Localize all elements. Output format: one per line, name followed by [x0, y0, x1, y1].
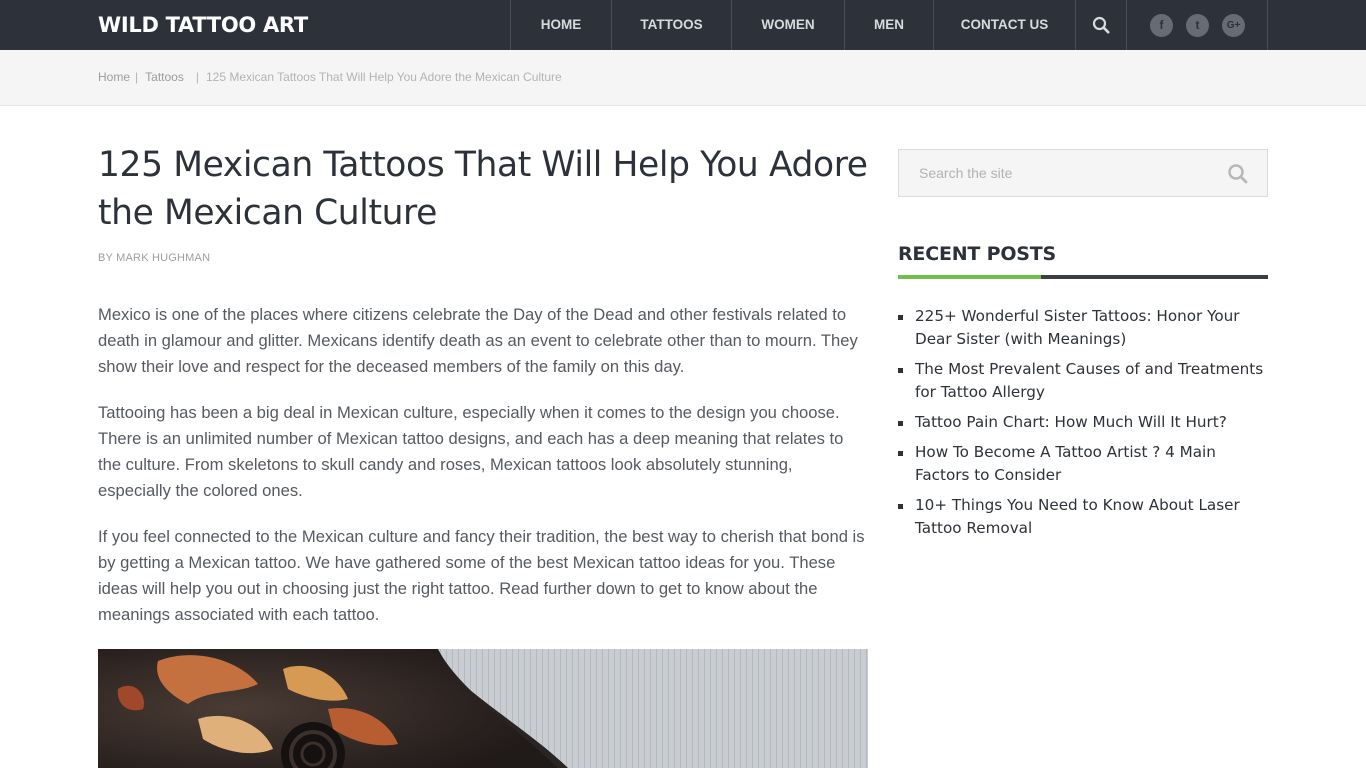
social-links: f t G+ [1128, 0, 1268, 50]
recent-post-link[interactable]: 10+ Things You Need to Know About Laser … [898, 494, 1268, 540]
page-title: 125 Mexican Tattoos That Will Help You A… [98, 145, 868, 233]
recent-posts-heading: RECENT POSTS [898, 243, 1057, 265]
breadcrumb-tattoos[interactable]: Tattoos [145, 70, 184, 84]
breadcrumb-bar: Home | Tattoos | 125 Mexican Tattoos That Wi… [0, 50, 1366, 106]
recent-post-link[interactable]: Tattoo Pain Chart: How Much Will It Hurt… [898, 411, 1268, 434]
nav-item-contact-us[interactable]: CONTACT US [934, 0, 1076, 50]
article-paragraph: If you feel connected to the Mexican cul… [98, 527, 865, 624]
top-navigation-bar: WILD TATTOO ART HOME TATTOOS WOMEN MEN C… [0, 0, 1366, 50]
heading-divider [898, 275, 1268, 279]
article-paragraph: Mexico is one of the places where citize… [98, 305, 858, 376]
nav-item-men[interactable]: MEN [845, 0, 934, 50]
recent-posts-list: 225+ Wonderful Sister Tattoos: Honor You… [898, 305, 1268, 547]
main-nav: HOME TATTOOS WOMEN MEN CONTACT US [510, 0, 1076, 50]
nav-item-tattoos[interactable]: TATTOOS [612, 0, 732, 50]
nav-item-women[interactable]: WOMEN [732, 0, 845, 50]
breadcrumb-separator: | [135, 70, 139, 84]
nav-search-button[interactable] [1076, 0, 1127, 50]
recent-post-link[interactable]: 225+ Wonderful Sister Tattoos: Honor You… [898, 305, 1268, 351]
breadcrumb-home[interactable]: Home [98, 70, 130, 84]
author-link[interactable]: MARK HUGHMAN [116, 252, 210, 264]
search-icon [1092, 16, 1110, 34]
breadcrumb-current: 125 Mexican Tattoos That Will Help You A… [205, 70, 562, 84]
site-logo[interactable]: WILD TATTOO ART [98, 0, 308, 50]
breadcrumb: Home | Tattoos | 125 Mexican Tattoos That Wi… [98, 50, 562, 105]
sidebar-search [898, 149, 1268, 197]
heading-divider-accent [898, 275, 1041, 279]
nav-item-home[interactable]: HOME [511, 0, 612, 50]
recent-post-link[interactable]: The Most Prevalent Causes of and Treatme… [898, 358, 1268, 404]
recent-post-link[interactable]: How To Become A Tattoo Artist ? 4 Main F… [898, 441, 1268, 487]
article-hero-image [98, 649, 868, 768]
google-plus-icon[interactable]: G+ [1222, 13, 1245, 37]
byline-prefix: BY [98, 252, 113, 264]
breadcrumb-separator: | [195, 70, 199, 84]
search-input[interactable] [899, 150, 1219, 196]
twitter-icon[interactable]: t [1186, 13, 1209, 37]
search-icon[interactable] [1227, 163, 1249, 185]
article-paragraph: Tattooing has been a big deal in Mexican… [98, 403, 844, 500]
facebook-icon[interactable]: f [1150, 13, 1173, 37]
tattoo-photo [98, 649, 868, 768]
article-byline: BY MARK HUGHMAN [98, 252, 210, 264]
